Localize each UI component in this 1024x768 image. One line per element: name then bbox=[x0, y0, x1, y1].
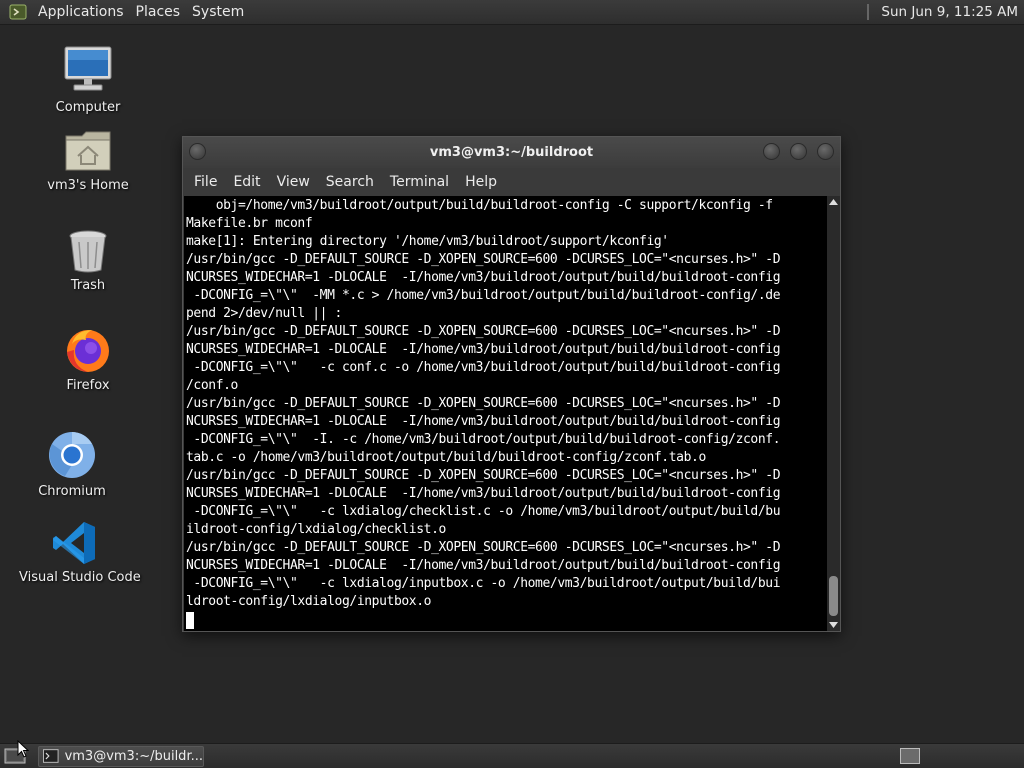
taskbar-item-label: vm3@vm3:~/buildr... bbox=[64, 748, 203, 764]
terminal-line: ldroot-config/lxdialog/inputbox.o bbox=[186, 594, 432, 609]
terminal-line: make[1]: Entering directory '/home/vm3/b… bbox=[186, 234, 669, 249]
desktop-icon-label: vm3's Home bbox=[47, 178, 129, 193]
minimize-button[interactable] bbox=[763, 143, 780, 160]
vscode-icon bbox=[53, 522, 95, 564]
terminal-icon bbox=[43, 749, 59, 763]
terminal-menubar: File Edit View Search Terminal Help bbox=[183, 168, 840, 196]
menu-file[interactable]: File bbox=[186, 174, 225, 190]
places-menu[interactable]: Places bbox=[132, 4, 189, 20]
terminal-line: -DCONFIG_=\"\" -I. -c /home/vm3/buildroo… bbox=[186, 432, 781, 447]
desktop-icon-chromium[interactable]: Chromium bbox=[17, 430, 127, 499]
terminal-line: /usr/bin/gcc -D_DEFAULT_SOURCE -D_XOPEN_… bbox=[186, 540, 781, 555]
chromium-icon bbox=[49, 432, 95, 478]
terminal-line: NCURSES_WIDECHAR=1 -DLOCALE -I/home/vm3/… bbox=[186, 342, 781, 357]
terminal-line: -DCONFIG_=\"\" -MM *.c > /home/vm3/build… bbox=[186, 288, 781, 303]
firefox-icon bbox=[67, 330, 109, 372]
window-title: vm3@vm3:~/buildroot bbox=[429, 145, 594, 160]
scrollbar-thumb[interactable] bbox=[829, 576, 838, 616]
maximize-button[interactable] bbox=[790, 143, 807, 160]
home-folder-icon bbox=[65, 131, 111, 171]
desktop-icon-label: Firefox bbox=[66, 378, 110, 393]
terminal-line: /usr/bin/gcc -D_DEFAULT_SOURCE -D_XOPEN_… bbox=[186, 396, 781, 411]
terminal-line: pend 2>/dev/null || : bbox=[186, 306, 342, 321]
terminal-line: -DCONFIG_=\"\" -c conf.c -o /home/vm3/bu… bbox=[186, 360, 781, 375]
window-titlebar[interactable]: vm3@vm3:~/buildroot bbox=[183, 137, 840, 168]
terminal-line: NCURSES_WIDECHAR=1 -DLOCALE -I/home/vm3/… bbox=[186, 486, 781, 501]
menu-search[interactable]: Search bbox=[318, 174, 382, 190]
menu-terminal[interactable]: Terminal bbox=[382, 174, 457, 190]
terminal-line: NCURSES_WIDECHAR=1 -DLOCALE -I/home/vm3/… bbox=[186, 558, 781, 573]
mouse-pointer-icon bbox=[17, 740, 29, 758]
desktop-icon-firefox[interactable]: Firefox bbox=[33, 326, 143, 393]
terminal-text: obj=/home/vm3/buildroot/output/build/bui… bbox=[186, 197, 827, 629]
computer-icon bbox=[64, 46, 112, 91]
terminal-line: /usr/bin/gcc -D_DEFAULT_SOURCE -D_XOPEN_… bbox=[186, 252, 781, 267]
top-panel: Applications Places System Sun Jun 9, 11… bbox=[0, 0, 1024, 25]
workspace-switcher[interactable] bbox=[900, 748, 920, 764]
terminal-line: /conf.o bbox=[186, 378, 238, 393]
menu-help[interactable]: Help bbox=[457, 174, 505, 190]
desktop-icon-trash[interactable]: Trash bbox=[33, 228, 143, 293]
terminal-window[interactable]: vm3@vm3:~/buildroot File Edit View Searc… bbox=[182, 136, 841, 632]
terminal-line: -DCONFIG_=\"\" -c lxdialog/checklist.c -… bbox=[186, 504, 781, 519]
terminal-line: NCURSES_WIDECHAR=1 -DLOCALE -I/home/vm3/… bbox=[186, 414, 781, 429]
clock[interactable]: Sun Jun 9, 11:25 AM bbox=[881, 4, 1024, 20]
terminal-line: tab.c -o /home/vm3/buildroot/output/buil… bbox=[186, 450, 706, 465]
terminal-line: obj=/home/vm3/buildroot/output/build/bui… bbox=[186, 198, 773, 213]
terminal-line: NCURSES_WIDECHAR=1 -DLOCALE -I/home/vm3/… bbox=[186, 270, 781, 285]
desktop-icon-vscode[interactable]: Visual Studio Code bbox=[19, 520, 141, 585]
scroll-up-arrow-icon[interactable] bbox=[827, 196, 840, 208]
close-button[interactable] bbox=[817, 143, 834, 160]
terminal-line: /usr/bin/gcc -D_DEFAULT_SOURCE -D_XOPEN_… bbox=[186, 324, 781, 339]
main-menu-logo-icon[interactable] bbox=[8, 2, 28, 22]
desktop-icon-label: Visual Studio Code bbox=[19, 570, 141, 585]
desktop-icon-label: Computer bbox=[55, 100, 121, 115]
desktop-icon-label: Trash bbox=[70, 278, 106, 293]
terminal-cursor bbox=[186, 612, 194, 629]
desktop-icon-label: Chromium bbox=[38, 484, 106, 499]
terminal-line: /usr/bin/gcc -D_DEFAULT_SOURCE -D_XOPEN_… bbox=[186, 468, 781, 483]
terminal-line: -DCONFIG_=\"\" -c lxdialog/inputbox.c -o… bbox=[186, 576, 781, 591]
applications-menu[interactable]: Applications bbox=[34, 4, 132, 20]
trash-icon bbox=[69, 230, 107, 273]
terminal-line: ildroot-config/lxdialog/checklist.o bbox=[186, 522, 446, 537]
bottom-panel: vm3@vm3:~/buildr... bbox=[0, 743, 1024, 768]
desktop-icon-computer[interactable]: Computer bbox=[33, 44, 143, 115]
taskbar-item-terminal[interactable]: vm3@vm3:~/buildr... bbox=[38, 745, 204, 767]
system-menu[interactable]: System bbox=[188, 4, 252, 20]
menu-view[interactable]: View bbox=[269, 174, 318, 190]
terminal-scrollbar[interactable] bbox=[827, 196, 840, 631]
terminal-line: Makefile.br mconf bbox=[186, 216, 313, 231]
scroll-down-arrow-icon[interactable] bbox=[827, 619, 840, 631]
menu-edit[interactable]: Edit bbox=[225, 174, 268, 190]
panel-separator-handle-icon bbox=[867, 4, 870, 20]
desktop-icon-home[interactable]: vm3's Home bbox=[33, 128, 143, 193]
terminal-output-area[interactable]: obj=/home/vm3/buildroot/output/build/bui… bbox=[184, 196, 827, 631]
